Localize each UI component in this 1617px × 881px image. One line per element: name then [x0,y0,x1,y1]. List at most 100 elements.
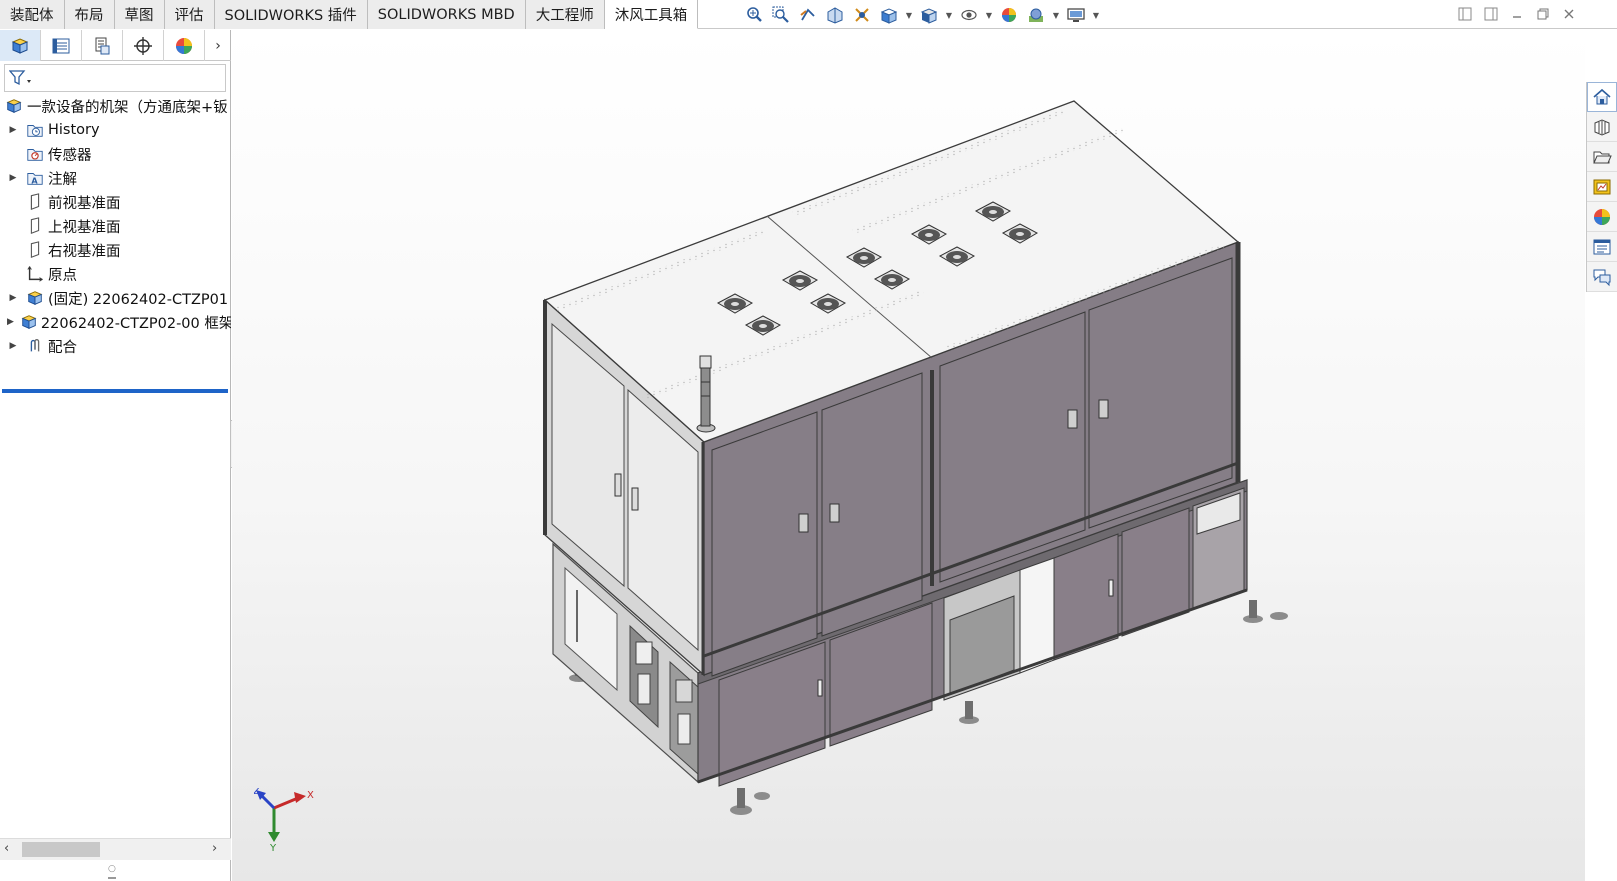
expand-arrow-icon[interactable]: ▶ [7,125,19,135]
configuration-manager-tab[interactable] [82,30,123,61]
view-palette-tab[interactable] [1587,172,1617,202]
section-view-icon[interactable] [825,5,845,25]
edit-appearance-icon[interactable] [999,5,1019,25]
tab-assembly[interactable]: 装配体 [0,0,65,29]
appearances-tab[interactable] [1587,202,1617,232]
tree-item-front-plane[interactable]: 前视基准面 [0,190,231,214]
apply-scene-icon[interactable] [1026,5,1046,25]
scroll-right-icon[interactable]: › [212,841,217,856]
rollback-bar[interactable] [2,389,228,393]
tree-item-history[interactable]: ▶ History [0,118,231,142]
subassembly-icon [20,312,38,332]
tree-item-label: 22062402-CTZP02-00 框架 [40,315,231,332]
design-library-icon [1594,118,1610,136]
zoom-to-fit-icon[interactable] [744,5,764,25]
manager-tabs: › [0,30,231,61]
dynamic-annotation-views-icon[interactable] [852,5,872,25]
command-manager-tab-bar: 装配体 布局 草图 评估 SOLIDWORKS 插件 SOLIDWORKS MB… [0,0,1617,29]
tree-item-frame-subassembly[interactable]: ▶ 22062402-CTZP02-00 框架 [0,310,231,334]
pane-resize-grip-icon[interactable]: ○ [108,864,116,874]
command-manager-tabs: 装配体 布局 草图 评估 SOLIDWORKS 插件 SOLIDWORKS MB… [0,0,699,29]
home-icon [1593,88,1611,105]
scrollbar-thumb[interactable] [22,842,100,857]
tab-solidworks-addins[interactable]: SOLIDWORKS 插件 [214,0,368,29]
assembly-tree-icon [11,37,29,54]
pane-split-grip[interactable] [108,877,116,879]
tree-item-right-plane[interactable]: 右视基准面 [0,238,231,262]
panel-left-icon[interactable] [1457,5,1473,23]
triad-z-label: Z [254,788,260,797]
feature-manager-pane: › 一款设备的机架（方通底架+钣 ▶ History 传感器 ▶ A 注解 前视… [0,30,231,881]
more-tabs-chevron-right-icon[interactable]: › [205,30,231,61]
svg-text:A: A [31,175,38,185]
tree-item-top-plane[interactable]: 上视基准面 [0,214,231,238]
origin-icon [25,264,45,284]
tab-sketch[interactable]: 草图 [114,0,165,29]
custom-properties-tab[interactable] [1587,232,1617,262]
dimxpert-manager-tab[interactable] [123,30,164,61]
display-style-dropdown-icon[interactable]: ▼ [946,5,952,25]
solidworks-window: 装配体 布局 草图 评估 SOLIDWORKS 插件 SOLIDWORKS MB… [0,0,1617,881]
tree-item-label: 注解 [48,171,77,188]
tree-root-assembly[interactable]: 一款设备的机架（方通底架+钣 [0,94,231,118]
tree-item-label: (固定) 22062402-CTZP01 [48,291,229,308]
tree-item-fixed-subassembly[interactable]: ▶ (固定) 22062402-CTZP01 [0,286,231,310]
view-orientation-icon[interactable] [879,5,899,25]
tree-item-sensors[interactable]: 传感器 [0,142,231,166]
tree-item-label: 右视基准面 [48,243,121,260]
view-settings-icon[interactable] [1066,5,1086,25]
tree-item-origin[interactable]: 原点 [0,262,231,286]
graphics-viewport[interactable] [232,30,1585,881]
view-orientation-dropdown-icon[interactable]: ▼ [906,5,912,25]
tree-item-annotations[interactable]: ▶ A 注解 [0,166,231,190]
tab-solidworks-mbd[interactable]: SOLIDWORKS MBD [367,0,526,29]
tree-item-mates[interactable]: ▶ 配合 [0,334,231,358]
scroll-left-icon[interactable]: ‹ [4,841,9,856]
close-icon[interactable] [1561,5,1577,23]
file-explorer-tab[interactable] [1587,142,1617,172]
design-library-tab[interactable] [1587,112,1617,142]
document-window-controls [1457,5,1577,23]
tree-item-label: 前视基准面 [48,195,121,212]
zoom-to-area-icon[interactable] [771,5,791,25]
tree-root-label: 一款设备的机架（方通底架+钣 [27,99,228,116]
previous-view-icon[interactable] [798,5,818,25]
feature-manager-tab[interactable] [0,30,41,61]
solidworks-resources-tab[interactable] [1587,82,1617,112]
folder-open-icon [1593,151,1612,163]
expand-arrow-icon[interactable]: ▶ [7,293,19,303]
feature-tree: 一款设备的机架（方通底架+钣 ▶ History 传感器 ▶ A 注解 前视基准… [0,94,231,358]
tree-filter-box[interactable] [4,64,226,92]
mates-icon [25,336,45,356]
filter-funnel-icon [9,70,31,86]
sensor-icon [25,144,45,164]
forum-tab[interactable] [1587,262,1617,292]
hide-show-dropdown-icon[interactable]: ▼ [986,5,992,25]
appearances-sphere-icon [1594,208,1610,225]
panel-right-icon[interactable] [1483,5,1499,23]
tab-layout[interactable]: 布局 [64,0,115,29]
plane-icon [25,216,45,236]
tab-big-engineer[interactable]: 大工程师 [525,0,605,29]
display-style-icon[interactable] [919,5,939,25]
restore-icon[interactable] [1535,5,1551,23]
minimize-icon[interactable] [1509,5,1525,23]
machine-frame-model [543,100,1288,815]
tab-evaluate[interactable]: 评估 [164,0,215,29]
expand-arrow-icon[interactable]: ▶ [7,317,14,327]
expand-arrow-icon[interactable]: ▶ [7,341,19,351]
custom-properties-icon [1593,239,1611,254]
tree-item-label: 传感器 [48,147,92,164]
expand-arrow-icon[interactable]: ▶ [7,173,19,183]
apply-scene-dropdown-icon[interactable]: ▼ [1053,5,1059,25]
crosshair-icon [134,36,152,55]
view-settings-dropdown-icon[interactable]: ▼ [1093,5,1099,25]
property-manager-tab[interactable] [41,30,82,61]
tab-mufeng-toolbox[interactable]: 沐风工具箱 [604,0,699,29]
horizontal-scrollbar[interactable]: ‹ › [0,838,231,860]
reference-triad: Z X Y [253,786,324,856]
display-manager-tab[interactable] [164,30,205,61]
hide-show-items-icon[interactable] [959,5,979,25]
annotation-icon: A [25,168,45,188]
plane-icon [25,192,45,212]
